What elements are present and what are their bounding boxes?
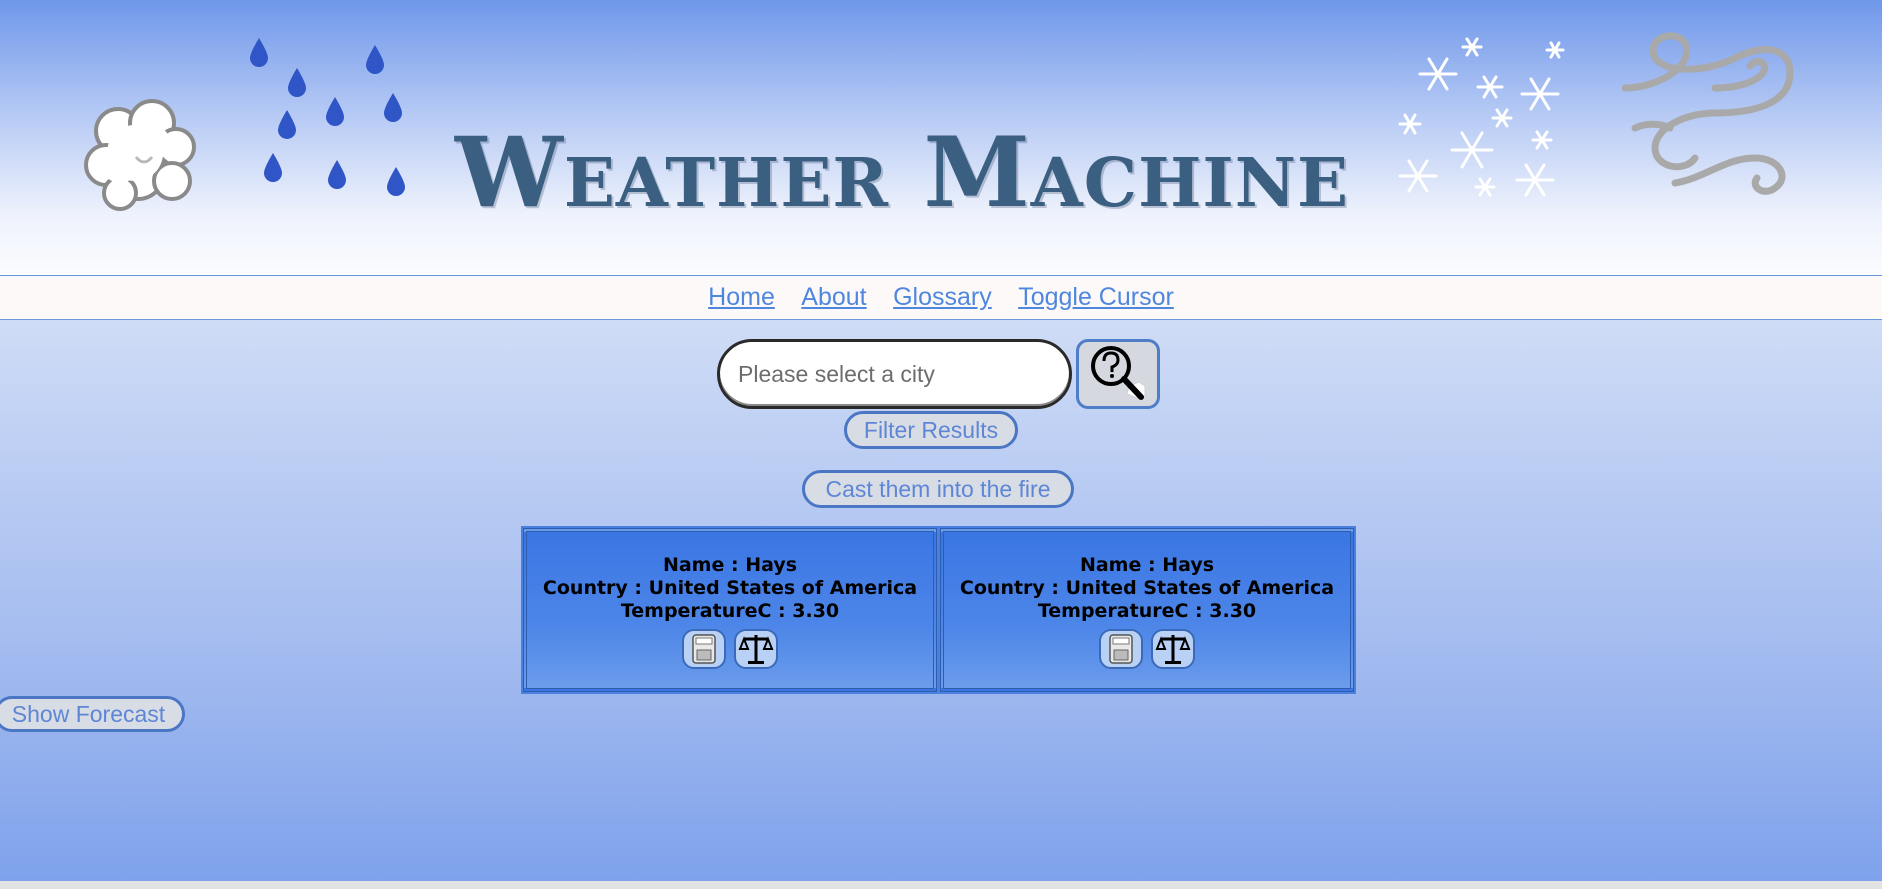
horizontal-scrollbar[interactable]	[0, 881, 1882, 889]
city-card: Name : Hays Country : United States of A…	[521, 526, 939, 694]
compare-button[interactable]	[734, 629, 779, 669]
scales-icon	[1155, 635, 1191, 664]
city-temperature: TemperatureC : 3.30	[1037, 600, 1257, 622]
page-title: Weather Machine	[455, 116, 1350, 229]
nav-home-link[interactable]: Home	[708, 276, 775, 319]
cloud-icon	[84, 99, 196, 211]
toast-button[interactable]	[681, 629, 726, 669]
card-actions	[944, 629, 1350, 669]
magnifier-question-icon	[1091, 346, 1146, 400]
card-actions	[527, 629, 933, 669]
search-button[interactable]	[1076, 339, 1160, 409]
filter-results-button[interactable]: Filter Results	[844, 411, 1018, 449]
nav-glossary-link[interactable]: Glossary	[893, 276, 992, 319]
toaster-icon	[691, 634, 716, 664]
snowflakes-icon	[1398, 37, 1565, 197]
show-forecast-button[interactable]: Show Forecast	[0, 696, 185, 732]
nav-about-link[interactable]: About	[801, 276, 866, 319]
nav-toggle-cursor-link[interactable]: Toggle Cursor	[1018, 276, 1174, 319]
city-card: Name : Hays Country : United States of A…	[938, 526, 1356, 694]
wind-icon	[1621, 32, 1794, 195]
city-country: Country : United States of America	[959, 577, 1335, 599]
compare-button[interactable]	[1151, 629, 1196, 669]
city-country: Country : United States of America	[542, 577, 918, 599]
toast-button[interactable]	[1098, 629, 1143, 669]
scales-icon	[738, 635, 774, 664]
nav-bar: Home About Glossary Toggle Cursor	[0, 275, 1882, 320]
header-banner: Weather Machine	[0, 0, 1882, 275]
cast-into-fire-button[interactable]: Cast them into the fire	[802, 470, 1074, 508]
city-search-input[interactable]	[717, 339, 1072, 409]
raindrops-icon	[250, 38, 405, 196]
toaster-icon	[1108, 634, 1133, 664]
city-temperature: TemperatureC : 3.30	[620, 600, 840, 622]
city-name: Name : Hays	[662, 554, 798, 576]
city-name: Name : Hays	[1079, 554, 1215, 576]
